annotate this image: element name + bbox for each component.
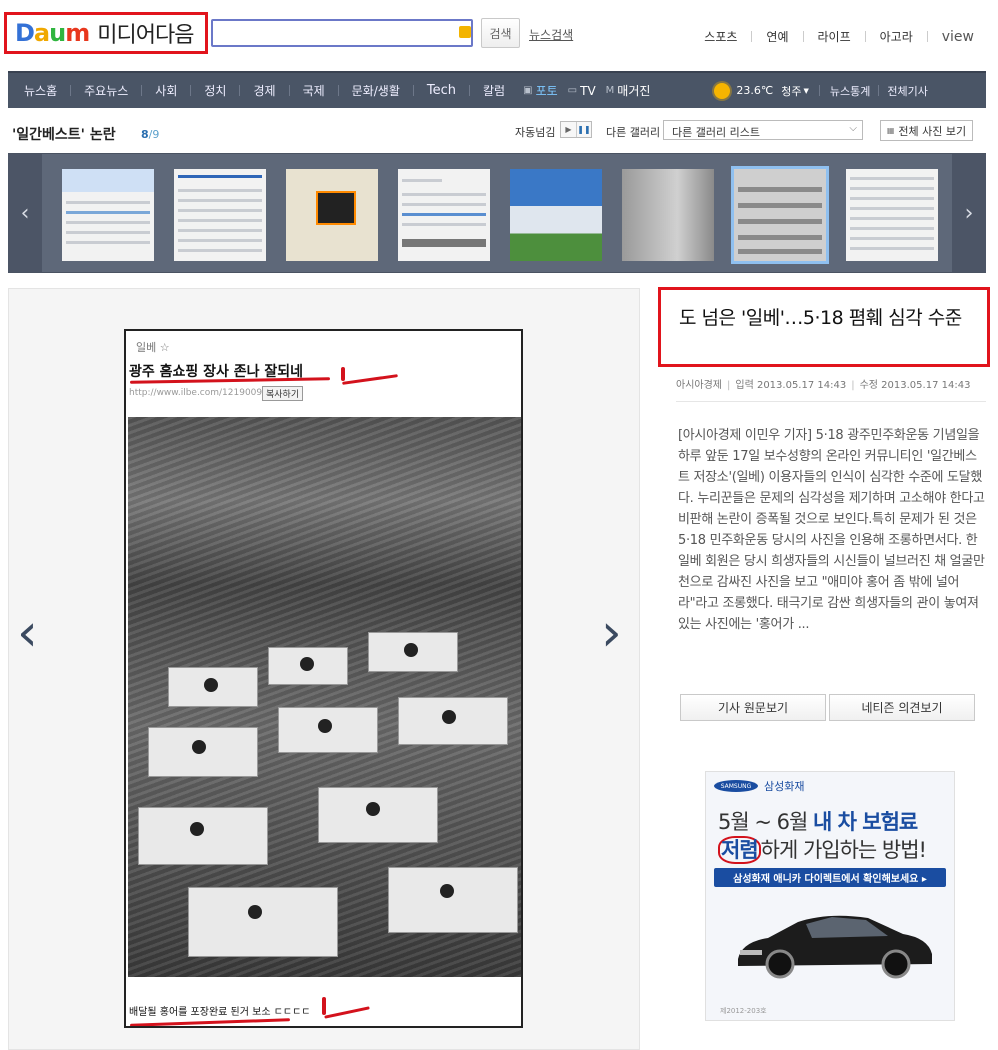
daum-logo-link[interactable]: Daum 미디어다음 — [4, 12, 208, 54]
nav-society[interactable]: 사회 — [155, 82, 177, 99]
brand-name: 미디어다음 — [97, 23, 194, 48]
search-dropdown-icon[interactable] — [459, 26, 471, 38]
nav-all-articles[interactable]: 전체기사 — [887, 83, 927, 99]
photo-caption: 배달될 홍어를 포장완료 된거 보소 ㄷㄷㄷㄷ — [129, 1007, 311, 1018]
nav-photo[interactable]: ▣ 포토 — [523, 82, 558, 99]
search-button[interactable]: 검색 — [481, 18, 520, 48]
nav-culture[interactable]: 문화/생활 — [352, 82, 400, 99]
car-image — [738, 915, 932, 979]
photo-site-label: 일베 ☆ — [136, 341, 170, 354]
ad-cta[interactable]: 삼성화재 애니카 다이렉트에서 확인해보세요 ▸ — [714, 868, 946, 887]
nav-news-stats[interactable]: 뉴스통계 — [830, 83, 870, 99]
play-icon[interactable]: ▶ — [561, 122, 576, 137]
chevron-down-icon: ⌵ — [849, 123, 857, 134]
thumbnail-6[interactable] — [622, 169, 714, 261]
nav-international[interactable]: 국제 — [303, 82, 325, 99]
weather-widget[interactable]: 23.6℃ 청주 ▼ — [714, 82, 809, 99]
pause-icon[interactable]: ❚❚ — [576, 122, 591, 137]
thumbnail-2[interactable] — [174, 169, 266, 261]
article-source: 아시아경제 — [676, 380, 722, 391]
gallery-counter: 8/9 — [141, 128, 160, 141]
gallery-select[interactable]: 다른 갤러리 리스트 ⌵ — [663, 120, 863, 140]
photo-url: http://www.ilbe.com/1219009969 — [129, 388, 280, 398]
daum-logo: Daum — [15, 19, 90, 47]
thumbnail-1[interactable] — [62, 169, 154, 261]
historical-photo — [128, 417, 521, 977]
nav-magazine[interactable]: M 매거진 — [606, 82, 651, 99]
ad-brand: 삼성화재 — [764, 780, 805, 793]
autoplay-controls: ▶ ❚❚ — [560, 121, 592, 138]
chevron-left-icon: ‹ — [17, 603, 38, 663]
next-photo-button[interactable]: › — [601, 607, 622, 659]
top-link-life[interactable]: 라이프 — [818, 28, 851, 45]
thumbnail-strip: ‹ › — [8, 153, 986, 273]
thumbnail-8[interactable] — [846, 169, 938, 261]
all-photos-button[interactable]: ▦ 전체 사진 보기 — [880, 120, 973, 141]
chevron-right-icon: › — [964, 200, 974, 226]
chevron-right-icon: › — [601, 603, 622, 663]
prev-photo-button[interactable]: ‹ — [17, 607, 38, 659]
weather-city[interactable]: 청주 — [781, 83, 801, 99]
photo-icon: ▣ — [523, 85, 533, 96]
thumbnail-5[interactable] — [510, 169, 602, 261]
ad-headline-2: 저렴 하게 가입하는 방법! — [718, 834, 927, 864]
tv-icon: ▭ — [567, 85, 578, 96]
chevron-left-icon: ‹ — [20, 200, 30, 226]
copy-button: 복사하기 — [262, 386, 304, 401]
nav-main-news[interactable]: 주요뉴스 — [84, 82, 128, 99]
article-title-box: 도 넘은 '일베'…5·18 폄훼 심각 수준 — [658, 287, 990, 367]
magazine-icon: M — [605, 85, 615, 96]
top-link-agora[interactable]: 아고라 — [880, 28, 913, 45]
thumbnail-4[interactable] — [398, 169, 490, 261]
nav-tv[interactable]: ▭ TV — [568, 84, 596, 98]
top-link-entertainment[interactable]: 연예 — [766, 28, 788, 45]
ad-fine-print: 제2012-203호 — [720, 1007, 767, 1015]
article-meta: 아시아경제 | 입력 2013.05.17 14:43 | 수정 2013.05.17 … — [676, 380, 971, 391]
top-link-sports[interactable]: 스포츠 — [704, 28, 737, 45]
nav-economy[interactable]: 경제 — [253, 82, 275, 99]
top-link-view[interactable]: view — [942, 29, 974, 45]
article-published: 입력 2013.05.17 14:43 — [735, 380, 847, 391]
thumbnail-3[interactable] — [286, 169, 378, 261]
comments-button[interactable]: 네티즌 의견보기 — [829, 694, 975, 721]
ad-headline-1: 5월 ~ 6월 내 차 보험료 — [718, 810, 918, 834]
main-nav: 뉴스홈 주요뉴스 사회 정치 경제 국제 문화/생활 Tech 칼럼 ▣ 포토 ▭… — [8, 71, 986, 108]
nav-politics[interactable]: 정치 — [204, 82, 226, 99]
nav-news-home[interactable]: 뉴스홈 — [24, 82, 57, 99]
nav-column[interactable]: 칼럼 — [483, 82, 505, 99]
sun-icon — [714, 82, 731, 99]
article-title: 도 넘은 '일베'…5·18 폄훼 심각 수준 — [679, 307, 962, 329]
thumbnail-7[interactable] — [731, 166, 829, 264]
article-modified: 수정 2013.05.17 14:43 — [859, 380, 971, 391]
chevron-down-icon: ▼ — [803, 86, 809, 95]
gallery-title: '일간베스트' 논란 — [12, 127, 116, 143]
weather-temp: 23.6℃ — [736, 84, 774, 97]
other-gallery-label: 다른 갤러리 — [606, 126, 661, 139]
samsung-logo: SAMSUNG — [714, 780, 758, 792]
search-input[interactable] — [211, 19, 473, 47]
original-article-button[interactable]: 기사 원문보기 — [680, 694, 826, 721]
autoplay-label: 자동넘김 — [515, 126, 556, 139]
strip-prev-button[interactable]: ‹ — [8, 154, 42, 272]
grid-icon: ▦ — [886, 126, 895, 135]
main-photo: 일베 ☆ 광주 홈쇼핑 장사 존나 잘되네 http://www.ilbe.co… — [124, 329, 523, 1028]
divider — [676, 401, 986, 402]
strip-next-button[interactable]: › — [952, 154, 986, 272]
nav-tech[interactable]: Tech — [427, 83, 456, 98]
advertisement[interactable]: SAMSUNG 삼성화재 5월 ~ 6월 내 차 보험료 저렴 하게 가입하는 방… — [705, 771, 955, 1021]
news-search-link[interactable]: 뉴스검색 — [529, 26, 573, 43]
top-links: 스포츠 연예 라이프 아고라 view — [704, 28, 974, 45]
article-body: [아시아경제 이민우 기자] 5·18 광주민주화운동 기념일을 하루 앞둔 1… — [678, 428, 985, 632]
